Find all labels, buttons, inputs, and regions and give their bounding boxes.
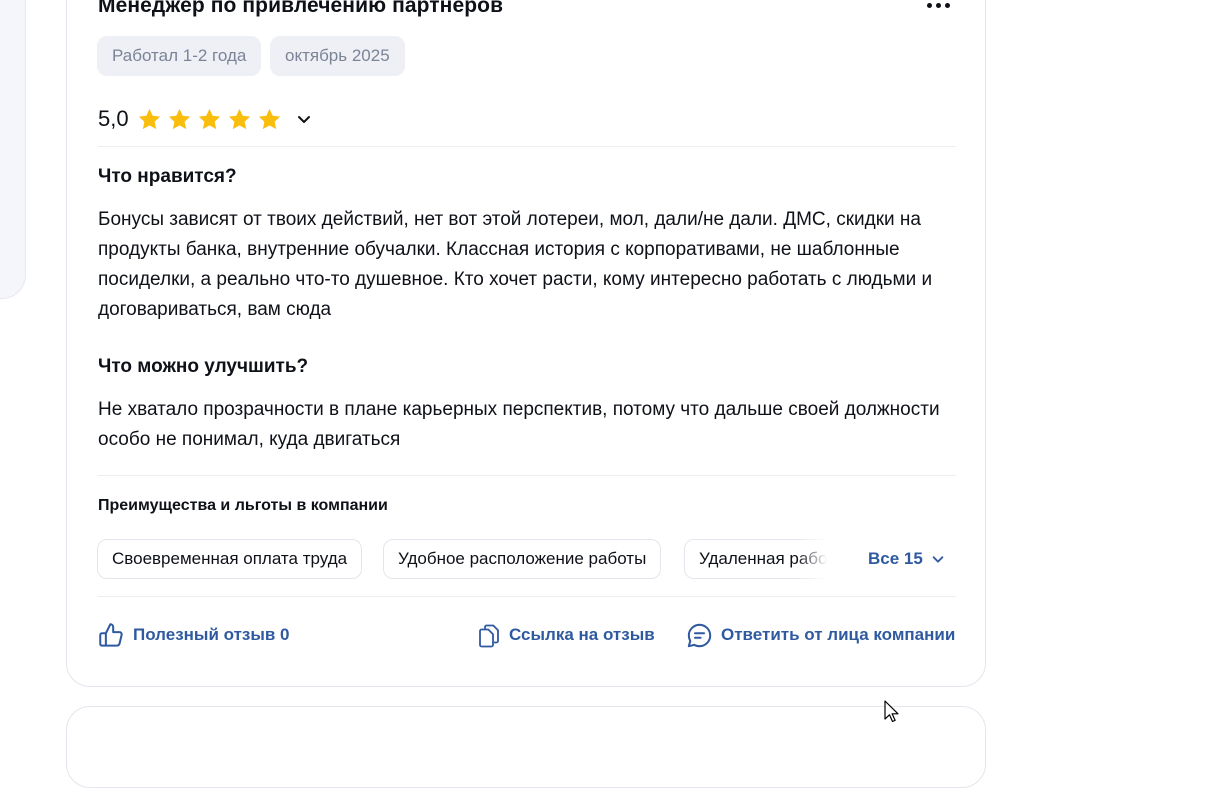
mouse-cursor-icon — [884, 700, 899, 723]
next-review-card — [66, 706, 986, 788]
review-position-title: Менеджер по привлечению партнеров — [98, 0, 504, 17]
useful-review-button[interactable]: Полезный отзыв 0 — [98, 620, 290, 650]
chevron-down-icon — [932, 556, 944, 563]
copy-link-icon — [479, 624, 499, 647]
benefits-heading: Преимущества и льготы в компании — [98, 497, 388, 514]
likes-text: Бонусы зависят от твоих действий, нет во… — [98, 209, 933, 320]
star-icon — [168, 108, 190, 129]
copy-review-link-label: Ссылка на отзыв — [509, 625, 655, 644]
copy-review-link-button[interactable]: Ссылка на отзыв — [477, 620, 655, 650]
chevron-down-icon[interactable] — [296, 111, 312, 127]
more-options-button[interactable] — [924, 0, 952, 12]
date-chip: октябрь 2025 — [270, 36, 405, 76]
rating-row: 5,0 — [98, 104, 312, 134]
benefits-fade — [797, 539, 827, 579]
reply-as-company-label: Ответить от лица компании — [721, 625, 956, 644]
likes-heading: Что нравится? — [98, 166, 237, 187]
benefits-all-label: Все 15 — [868, 549, 923, 568]
more-icon — [926, 2, 932, 8]
divider — [98, 596, 956, 597]
reply-as-company-button[interactable]: Ответить от лица компании — [686, 620, 955, 650]
rating-stars — [137, 107, 282, 132]
benefit-chip: Своевременная оплата труда — [97, 539, 363, 579]
benefits-list: Своевременная оплата труда Удобное распо… — [97, 539, 827, 579]
improve-text: Не хватало прозрачности в плане карьерны… — [98, 399, 940, 450]
star-icon — [258, 108, 280, 129]
chat-bubble-icon — [687, 623, 712, 647]
divider — [98, 475, 956, 476]
thumbs-up-icon — [99, 622, 123, 647]
benefit-chip: Удобное расположение работы — [383, 539, 662, 579]
left-sidebar-panel — [0, 0, 26, 299]
benefits-all-button[interactable]: Все 15 — [868, 549, 945, 569]
star-icon — [138, 108, 160, 129]
star-icon — [198, 108, 220, 129]
star-icon — [228, 108, 250, 129]
useful-review-label: Полезный отзыв 0 — [133, 625, 290, 644]
improve-heading: Что можно улучшить? — [98, 356, 309, 377]
divider — [98, 146, 956, 147]
tenure-chip: Работал 1-2 года — [97, 36, 262, 76]
rating-value: 5,0 — [98, 106, 129, 131]
